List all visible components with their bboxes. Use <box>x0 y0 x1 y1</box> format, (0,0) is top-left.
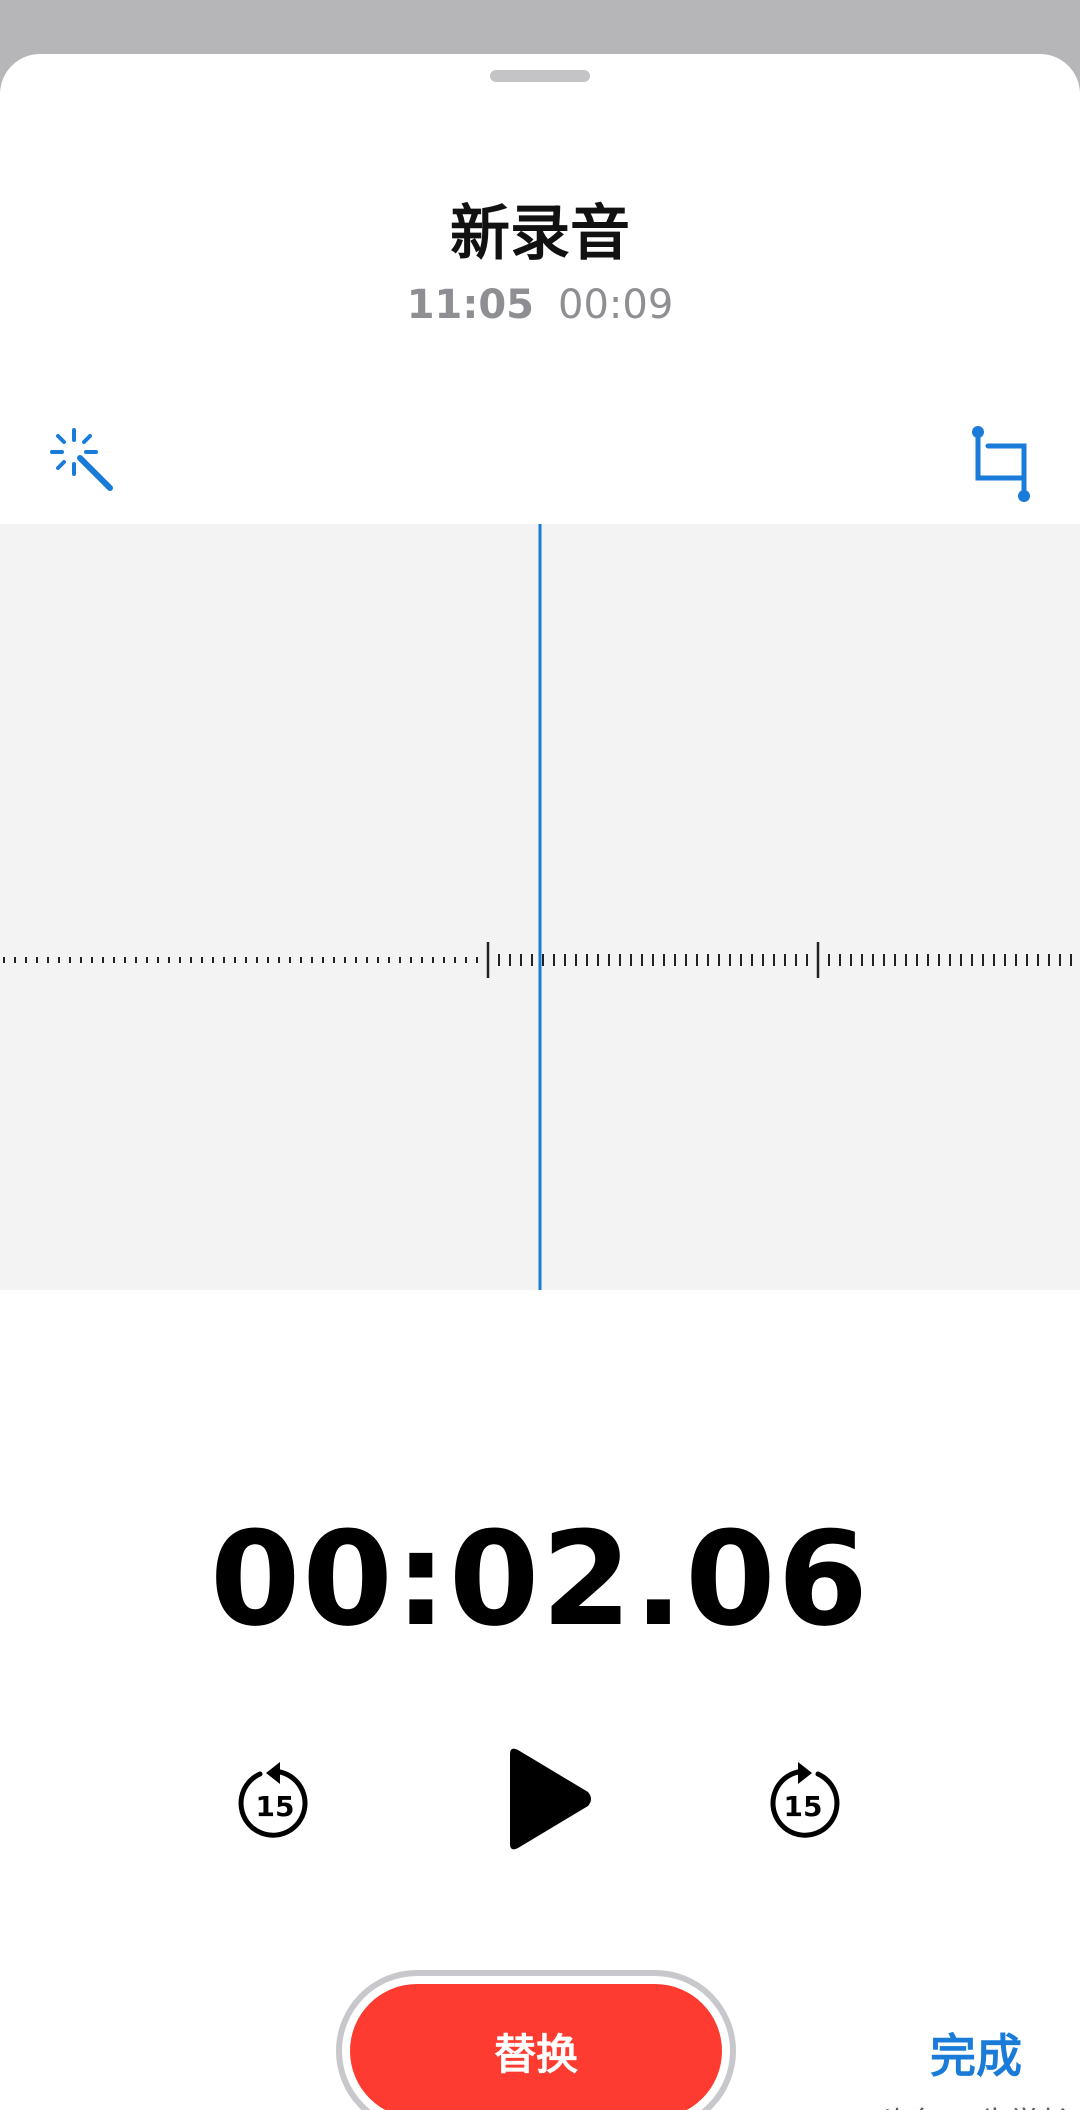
done-button[interactable]: 完成 <box>930 2028 1022 2084</box>
svg-text:15: 15 <box>256 1790 295 1823</box>
recording-duration: 00:09 <box>558 282 674 328</box>
svg-text:15: 15 <box>784 1790 823 1823</box>
elapsed-time: 00:02.06 <box>209 1503 871 1655</box>
play-icon <box>510 1748 591 1850</box>
trim-button[interactable] <box>968 422 1038 512</box>
crop-trim-icon <box>972 426 1030 502</box>
skip-forward-button[interactable]: 15 <box>764 1760 842 1840</box>
timeline-ruler <box>3 942 1072 978</box>
magic-wand-icon <box>50 428 113 491</box>
gobackward-15-icon: 15 <box>238 1762 308 1838</box>
replace-button[interactable]: 替换 <box>336 1970 736 2110</box>
watermark-text: 头条 @牛学长 <box>880 2098 1070 2110</box>
waveform-area[interactable] <box>0 524 1080 1290</box>
recording-meta: 11:05 00:09 <box>0 280 1080 330</box>
recording-edit-sheet: 新录音 11:05 00:09 00:02.06 15 15 替换 完成 <box>0 54 1080 2110</box>
recording-title[interactable]: 新录音 <box>0 194 1080 274</box>
skip-back-button[interactable]: 15 <box>236 1760 314 1840</box>
recording-time: 11:05 <box>406 282 535 328</box>
enhance-recording-button[interactable] <box>44 422 124 502</box>
replace-button-label: 替换 <box>350 1984 722 2110</box>
sheet-grabber[interactable] <box>490 70 590 82</box>
goforward-15-icon: 15 <box>770 1762 840 1838</box>
play-button[interactable] <box>496 1744 596 1854</box>
